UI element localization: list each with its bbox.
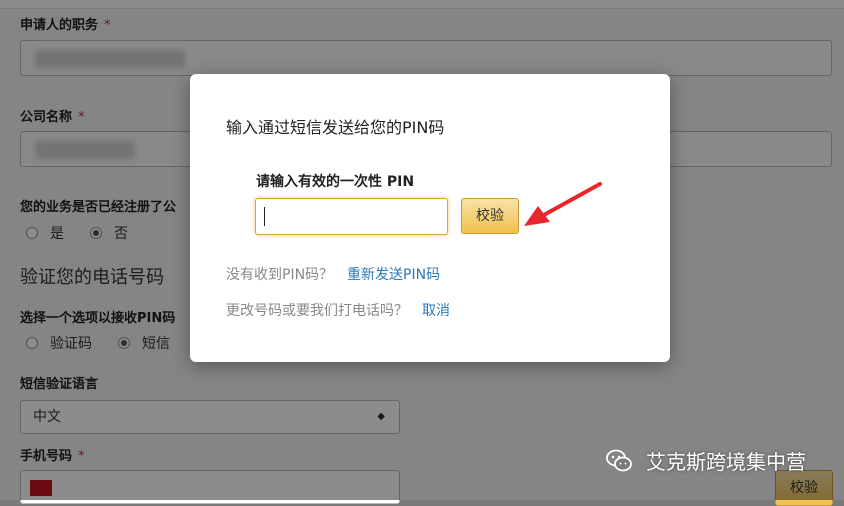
no-pin-text: 没有收到PIN码？ [226,267,334,283]
pin-input[interactable] [255,198,448,235]
pin-dialog: 输入通过短信发送给您的PIN码 请输入有效的一次性 PIN 校验 没有收到PIN… [190,74,670,362]
change-number-row: 更改号码或要我们打电话吗？ 取消 [226,300,450,320]
watermark: 艾克斯跨境集中营 [606,446,806,475]
watermark-text: 艾克斯跨境集中营 [646,450,806,474]
pin-label: 请输入有效的一次性 PIN [256,174,415,190]
no-pin-row: 没有收到PIN码？ 重新发送PIN码 [226,264,440,284]
cancel-link[interactable]: 取消 [422,303,450,319]
resend-pin-link[interactable]: 重新发送PIN码 [347,267,440,283]
red-arrow-icon [524,182,602,226]
change-number-text: 更改号码或要我们打电话吗？ [226,303,408,319]
verify-button[interactable]: 校验 [461,198,519,234]
dialog-title: 输入通过短信发送给您的PIN码 [226,118,445,137]
wechat-icon [606,449,632,471]
text-caret [264,207,265,226]
